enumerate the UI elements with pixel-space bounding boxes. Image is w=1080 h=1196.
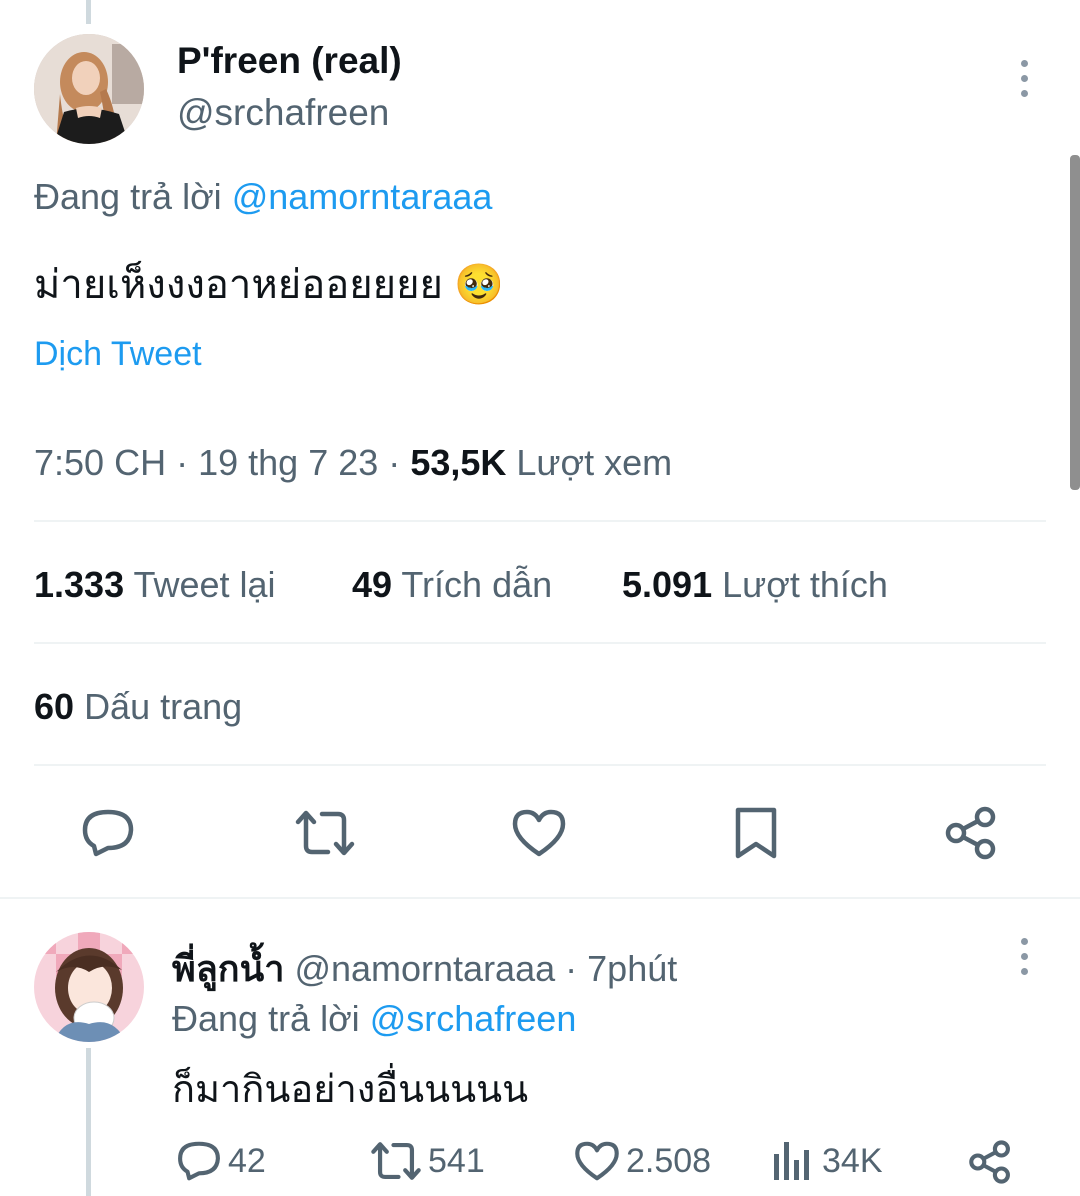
reply-replies-button[interactable]: 42 <box>176 1140 266 1182</box>
reply-button[interactable] <box>80 808 136 858</box>
translate-tweet-link[interactable]: Dịch Tweet <box>34 335 202 374</box>
quotes-count: 49 <box>352 564 393 605</box>
reply-replies-count: 42 <box>228 1141 266 1180</box>
reply-replying-to: Đang trả lời @srchafreen <box>172 998 576 1040</box>
retweet-icon <box>371 1142 421 1180</box>
tweet-time[interactable]: 7:50 CH <box>34 442 166 483</box>
separator-dot: · <box>565 948 578 989</box>
separator-dot: · <box>388 442 401 483</box>
reply-retweet-button[interactable]: 541 <box>370 1140 485 1182</box>
tweet-body: ม่ายเห็งงงอาหย่ออยยยย <box>34 263 443 307</box>
reply-retweets-count: 541 <box>428 1141 485 1180</box>
share-button[interactable] <box>944 806 998 860</box>
bookmark-button[interactable] <box>734 806 778 860</box>
thread-line-top <box>86 0 91 24</box>
heart-icon <box>512 809 566 857</box>
replying-to-prefix: Đang trả lời <box>34 176 222 217</box>
avatar[interactable] <box>34 34 144 144</box>
scrollbar-thumb[interactable] <box>1070 155 1080 490</box>
like-button[interactable] <box>511 808 567 858</box>
reply-like-button[interactable]: 2.508 <box>574 1140 711 1182</box>
analytics-icon <box>774 1142 809 1180</box>
share-icon <box>945 806 996 860</box>
divider <box>34 642 1046 644</box>
quotes-label: Trích dẫn <box>401 564 553 605</box>
share-icon <box>969 1140 1010 1184</box>
display-name[interactable]: P'freen (real) <box>177 40 402 82</box>
bookmarks-count: 60 <box>34 686 75 727</box>
reply-likes-count: 2.508 <box>626 1141 712 1180</box>
views-count: 53,5K <box>410 442 507 483</box>
reply-handle[interactable]: @namorntaraaa <box>294 948 555 989</box>
tweet-timestamp-row: 7:50 CH · 19 thg 7 23 · 53,5K Lượt xem <box>34 442 672 484</box>
reply-views-button[interactable]: 34K <box>772 1140 883 1182</box>
section-divider <box>0 897 1080 899</box>
reply-header: พี่ลูกน้ำ @namorntaraaa · 7phút <box>172 940 677 997</box>
retweet-button[interactable] <box>294 808 356 858</box>
tweet-date[interactable]: 19 thg 7 23 <box>198 442 378 483</box>
heart-icon <box>575 1141 619 1181</box>
thread-line-bottom <box>86 1048 91 1196</box>
reply-replying-to-prefix: Đang trả lời <box>172 998 360 1039</box>
reply-text: ก็มากินอย่างอื่นนนนน <box>172 1069 529 1111</box>
pleading-face-emoji-icon: 🥹 <box>454 263 504 307</box>
likes-count: 5.091 <box>622 564 713 605</box>
bookmarks-stat[interactable]: 60 Dấu trang <box>34 686 242 728</box>
replying-to-link[interactable]: @namorntaraaa <box>232 176 493 217</box>
more-options-icon[interactable] <box>1016 60 1032 97</box>
reply-time[interactable]: 7phút <box>587 948 677 989</box>
retweets-count: 1.333 <box>34 564 125 605</box>
divider <box>34 520 1046 522</box>
reply-display-name[interactable]: พี่ลูกน้ำ <box>172 948 284 989</box>
quotes-stat[interactable]: 49 Trích dẫn <box>352 564 552 606</box>
reply-views-count: 34K <box>822 1141 883 1180</box>
views-label: Lượt xem <box>516 442 673 483</box>
reply-icon <box>178 1141 220 1181</box>
bookmark-icon <box>735 807 777 859</box>
replying-to: Đang trả lời @namorntaraaa <box>34 176 492 218</box>
user-handle[interactable]: @srchafreen <box>177 92 389 134</box>
reply-share-button[interactable] <box>968 1140 1012 1189</box>
bookmarks-label: Dấu trang <box>84 686 243 727</box>
reply-replying-to-link[interactable]: @srchafreen <box>370 998 577 1039</box>
retweet-icon <box>295 810 355 856</box>
reply-icon <box>82 809 134 857</box>
likes-stat[interactable]: 5.091 Lượt thích <box>622 564 888 606</box>
retweets-stat[interactable]: 1.333 Tweet lại <box>34 564 276 606</box>
reply-avatar[interactable] <box>34 932 144 1042</box>
retweets-label: Tweet lại <box>133 564 276 605</box>
divider <box>34 764 1046 766</box>
likes-label: Lượt thích <box>722 564 888 605</box>
separator-dot: · <box>176 442 189 483</box>
reply-more-options-icon[interactable] <box>1016 938 1032 975</box>
tweet-text: ม่ายเห็งงงอาหย่ออยยยย 🥹 <box>34 252 504 316</box>
